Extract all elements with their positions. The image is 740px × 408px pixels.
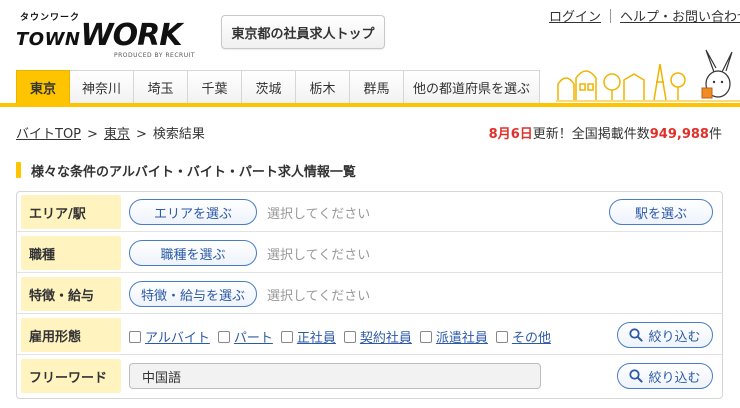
nav-underline	[0, 103, 740, 107]
employment-option-dispatch[interactable]: 派遣社員	[419, 327, 488, 346]
search-row-freeword: フリーワード 中国語 絞り込む	[17, 356, 722, 396]
select-job-button[interactable]: 職種を選ぶ	[129, 240, 257, 266]
freeword-input[interactable]: 中国語	[129, 363, 541, 389]
employment-option-label[interactable]: 契約社員	[360, 327, 412, 346]
employment-option-fulltime[interactable]: 正社員	[280, 327, 336, 346]
narrow-freeword-button[interactable]: 絞り込む	[617, 363, 713, 389]
listing-unit: 件	[708, 127, 722, 142]
rabbit-mascot-icon	[701, 49, 733, 99]
employment-option-label[interactable]: その他	[512, 327, 551, 346]
narrow-label: 絞り込む	[648, 329, 701, 345]
breadcrumb-arrow: >	[87, 127, 98, 142]
area-placeholder: 選択してください	[267, 207, 371, 222]
town-illustration	[556, 49, 740, 102]
logo-wordmark: TOWNWORK	[16, 18, 183, 53]
logo-work: WORK	[80, 18, 183, 53]
narrow-employment-button[interactable]: 絞り込む	[617, 322, 713, 348]
logo-town: TOWN	[16, 29, 81, 50]
update-date: 8月6日	[488, 127, 533, 142]
nav-tab-gunma[interactable]: 群馬	[350, 70, 404, 104]
checkbox[interactable]	[495, 330, 508, 343]
checkbox[interactable]	[280, 330, 293, 343]
nav-tab-ibaraki[interactable]: 茨城	[242, 70, 296, 104]
logo-produced-by: PRODUCED BY RECRUIT	[114, 52, 196, 59]
select-station-button[interactable]: 駅を選ぶ	[609, 199, 713, 225]
freeword-label: フリーワード	[21, 359, 121, 393]
nav-tab-chiba[interactable]: 千葉	[188, 70, 242, 104]
breadcrumb-current: 検索結果	[152, 127, 205, 142]
listing-count: 949,988	[649, 127, 709, 142]
nav-tab-tochigi[interactable]: 栃木	[296, 70, 350, 104]
search-icon	[629, 328, 644, 342]
employment-label: 雇用形態	[21, 318, 121, 352]
section-title-bar	[16, 162, 21, 178]
breadcrumb-region[interactable]: 東京	[104, 127, 130, 142]
job-placeholder: 選択してください	[267, 248, 371, 263]
select-feature-button[interactable]: 特徴・給与を選ぶ	[129, 281, 257, 307]
area-label: エリア/駅	[21, 195, 121, 229]
employment-option-other[interactable]: その他	[495, 327, 551, 346]
checkbox[interactable]	[343, 330, 356, 343]
job-label: 職種	[21, 236, 121, 270]
breadcrumb-home[interactable]: バイトTOP	[16, 127, 81, 142]
breadcrumb-arrow: >	[135, 127, 147, 142]
search-row-employment: 雇用形態 アルバイト パート 正社員 契約社員 派遣社員 その他 絞り込む	[17, 315, 722, 355]
townwork-logo[interactable]: タウンワーク TOWNWORK PRODUCED BY RECRUIT	[14, 10, 198, 60]
section-title-text: 様々な条件のアルバイト・バイト・パート求人情報一覧	[31, 164, 356, 180]
login-link[interactable]: ログイン	[549, 10, 601, 25]
checkbox[interactable]	[419, 330, 432, 343]
section-title: 様々な条件のアルバイト・バイト・パート求人情報一覧	[16, 161, 356, 180]
nav-tab-saitama[interactable]: 埼玉	[134, 70, 188, 104]
search-row-feature: 特徴・給与 特徴・給与を選ぶ 選択してください	[17, 274, 722, 314]
employment-option-label[interactable]: 派遣社員	[436, 327, 488, 346]
search-conditions-table: エリア/駅 エリアを選ぶ 選択してください 駅を選ぶ 職種 職種を選ぶ 選択して…	[16, 191, 723, 399]
narrow-label: 絞り込む	[648, 370, 701, 386]
nav-tab-tokyo[interactable]: 東京	[16, 70, 70, 104]
header-links: ログイン ヘルプ・お問い合わせ	[549, 6, 740, 25]
prefecture-nav: 東京 神奈川 埼玉 千葉 茨城 栃木 群馬 他の都道府県を選ぶ	[16, 70, 540, 104]
tokyo-top-button[interactable]: 東京都の社員求人トップ	[221, 15, 385, 49]
feature-label: 特徴・給与	[21, 277, 121, 311]
update-text: 更新！全国掲載件数	[532, 127, 650, 142]
employment-option-label[interactable]: アルバイト	[145, 327, 210, 346]
search-icon	[629, 369, 644, 383]
employment-option-contract[interactable]: 契約社員	[343, 327, 412, 346]
nav-tab-kanagawa[interactable]: 神奈川	[70, 70, 134, 104]
employment-checkbox-group: アルバイト パート 正社員 契約社員 派遣社員 その他	[129, 327, 559, 346]
employment-option-label[interactable]: パート	[234, 327, 273, 346]
nav-tab-other-prefectures[interactable]: 他の都道府県を選ぶ	[404, 70, 540, 104]
select-area-button[interactable]: エリアを選ぶ	[129, 199, 257, 225]
help-link[interactable]: ヘルプ・お問い合わせ	[620, 10, 740, 25]
checkbox[interactable]	[217, 330, 230, 343]
update-info: 8月6日更新！全国掲載件数949,988件	[489, 123, 722, 142]
checkbox[interactable]	[129, 330, 141, 343]
search-row-job: 職種 職種を選ぶ 選択してください	[17, 233, 722, 273]
breadcrumb: バイトTOP > 東京 > 検索結果	[16, 123, 205, 142]
search-row-area: エリア/駅 エリアを選ぶ 選択してください 駅を選ぶ	[17, 192, 722, 232]
employment-option-arbeit[interactable]: アルバイト	[129, 327, 210, 346]
feature-placeholder: 選択してください	[267, 289, 371, 304]
link-divider	[610, 9, 612, 23]
employment-option-part[interactable]: パート	[217, 327, 273, 346]
employment-option-label[interactable]: 正社員	[297, 327, 336, 346]
